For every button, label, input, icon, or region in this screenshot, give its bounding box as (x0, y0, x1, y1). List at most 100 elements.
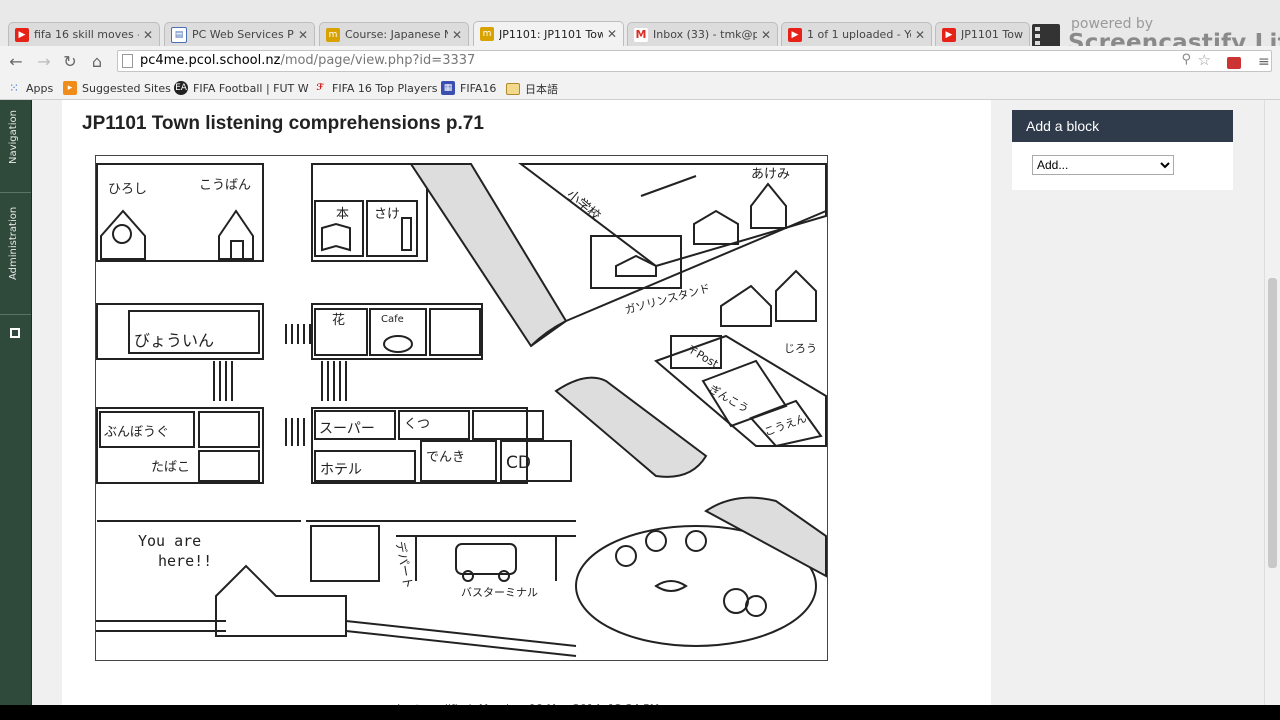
bookmark-fifa16[interactable]: ▦ FIFA16 (441, 81, 496, 95)
ie-suggested-icon: ▸ (63, 81, 77, 95)
forward-icon[interactable]: → (33, 51, 55, 73)
tab-title: Inbox (33) - tmk@p (653, 28, 757, 41)
bookmark-apps[interactable]: ⁙ Apps (7, 81, 53, 95)
browser-tab-4-active[interactable]: m JP1101: JP1101 Tow ✕ (473, 21, 624, 46)
map-label-you-are: You are (138, 532, 201, 550)
tab-title: PC Web Services Po (192, 28, 294, 41)
tab-title: 1 of 1 uploaded - Yo (807, 28, 911, 41)
map-label-hoteru: ホテル (320, 462, 362, 478)
map-label-here: here!! (158, 552, 212, 570)
screen-bottom-edge (0, 705, 1280, 720)
dock-sidebar: Navigation Administration (0, 100, 32, 720)
town-map-drawing: ひろし こうばん 本 さけ 小学校 あけみ ガソリンスタンド びょういん 花 C… (96, 163, 827, 657)
right-column: Add a block Add... (992, 100, 1280, 720)
page-scrollbar[interactable] (1264, 100, 1280, 720)
youtube-icon: ▶ (788, 27, 802, 42)
add-block-title: Add a block (1012, 110, 1233, 142)
browser-tab-3[interactable]: m Course: Japanese N ✕ (319, 22, 469, 46)
map-label-super: スーパー (319, 421, 375, 437)
map-label-jirou: じろう (784, 342, 817, 355)
browser-tab-5[interactable]: M Inbox (33) - tmk@p ✕ (627, 22, 778, 46)
apps-grid-icon: ⁙ (8, 81, 20, 95)
url-domain: pc4me.pcol.school.nz (140, 53, 281, 68)
browser-tab-6[interactable]: ▶ 1 of 1 uploaded - Yo ✕ (781, 22, 932, 46)
bookmark-fifa16-top-players[interactable]: ℱ FIFA 16 Top Players (313, 81, 437, 95)
ea-icon: EA (174, 81, 188, 95)
page-viewport: Navigation Administration JP1101 Town li… (0, 100, 1280, 720)
bookmark-fifa-football[interactable]: EA FIFA Football | FUT W (174, 81, 309, 95)
close-icon[interactable]: ✕ (298, 28, 308, 42)
address-bar[interactable]: pc4me.pcol.school.nz/mod/page/view.php?i… (117, 50, 1272, 72)
bookmarks-bar: ⁙ Apps ▸ Suggested Sites EA FIFA Footbal… (0, 78, 1280, 100)
futhead-icon: ℱ (316, 83, 324, 93)
map-label-cafe: Cafe (381, 314, 404, 325)
add-block-body: Add... (1012, 142, 1233, 190)
bookmark-suggested-sites[interactable]: ▸ Suggested Sites (63, 81, 171, 95)
address-url[interactable]: pc4me.pcol.school.nz/mod/page/view.php?i… (140, 53, 475, 68)
map-label-depart: デパート (393, 540, 416, 590)
tab-title: Course: Japanese N (345, 28, 448, 41)
bookmark-label: Suggested Sites (82, 81, 171, 95)
administration-dock-tab[interactable]: Administration (8, 207, 19, 280)
town-map-image: ひろし こうばん 本 さけ 小学校 あけみ ガソリンスタンド びょういん 花 C… (95, 155, 828, 661)
map-label-kouban: こうばん (199, 178, 251, 193)
map-label-hon: 本 (336, 207, 349, 222)
close-icon[interactable]: ✕ (143, 28, 153, 42)
map-label-shougakkou: 小学校 (563, 187, 603, 224)
close-icon[interactable]: ✕ (607, 27, 617, 41)
map-label-hana: 花 (332, 312, 345, 328)
extension-icon[interactable] (1227, 57, 1241, 69)
url-path: /mod/page/view.php?id=3337 (280, 53, 476, 68)
map-label-gasoline: ガソリンスタンド (623, 282, 711, 317)
dock-icon[interactable] (10, 328, 20, 338)
reload-icon[interactable]: ↻ (59, 51, 81, 73)
dock-separator (0, 192, 31, 193)
map-label-bunbougu: ぶんぼうぐ (104, 425, 169, 440)
close-icon[interactable]: ✕ (915, 28, 925, 42)
browser-tab-1[interactable]: ▶ fifa 16 skill moves - Y ✕ (8, 22, 160, 46)
map-label-tabako: たばこ (151, 460, 190, 475)
tab-title: JP1101: JP1101 Tow (499, 27, 603, 41)
close-icon[interactable]: ✕ (761, 28, 771, 42)
folder-icon (506, 83, 520, 95)
moodle-icon: m (326, 27, 340, 42)
map-label-post: 〒Post (685, 342, 722, 371)
browser-tab-2[interactable]: ▤ PC Web Services Po ✕ (164, 22, 315, 46)
bookmark-label: Apps (26, 81, 54, 95)
main-content: JP1101 Town listening comprehensions p.7… (62, 100, 991, 720)
tab-title: JP1101 Town (961, 28, 1023, 41)
map-label-bus-terminal: バスターミナル (461, 586, 538, 599)
bookmark-folder-nihongo[interactable]: 日本語 (506, 81, 558, 97)
add-block-select[interactable]: Add... (1032, 155, 1174, 175)
bookmark-label: FIFA 16 Top Players (332, 81, 438, 95)
tab-title: fifa 16 skill moves - Y (34, 28, 139, 41)
map-label-kutsu: くつ (404, 417, 430, 432)
map-label-kouen: こうえん (763, 412, 809, 439)
bookmark-star-icon[interactable]: ☆ (1198, 51, 1211, 69)
browser-tab-7[interactable]: ▶ JP1101 Town (935, 22, 1030, 46)
scrollbar-thumb[interactable] (1268, 278, 1277, 568)
search-icon[interactable]: ⚲ (1181, 52, 1191, 67)
menu-icon[interactable]: ≡ (1258, 54, 1270, 70)
home-icon[interactable]: ⌂ (86, 51, 108, 73)
map-label-byouin: びょういん (134, 331, 214, 350)
page-icon: ▤ (171, 26, 187, 43)
map-label-sake: さけ (374, 207, 400, 222)
moodle-icon: m (480, 27, 494, 41)
map-label-akemi: あけみ (751, 167, 790, 182)
gmail-icon: M (634, 27, 648, 42)
bookmark-label: FIFA16 (460, 81, 497, 95)
dock-separator (0, 314, 31, 315)
close-icon[interactable]: ✕ (452, 28, 462, 42)
bookmark-label: 日本語 (525, 83, 558, 96)
fifa-icon: ▦ (441, 81, 455, 95)
add-block: Add a block Add... (1012, 110, 1233, 190)
map-label-denki: でんき (426, 450, 465, 465)
back-icon[interactable]: ← (5, 51, 27, 73)
map-label-hiroshi: ひろし (108, 182, 147, 197)
page-icon (122, 54, 133, 68)
map-label-cd: CD (506, 453, 531, 473)
navigation-dock-tab[interactable]: Navigation (8, 110, 19, 164)
bookmark-label: FIFA Football | FUT W (193, 81, 309, 95)
youtube-icon: ▶ (942, 27, 956, 42)
